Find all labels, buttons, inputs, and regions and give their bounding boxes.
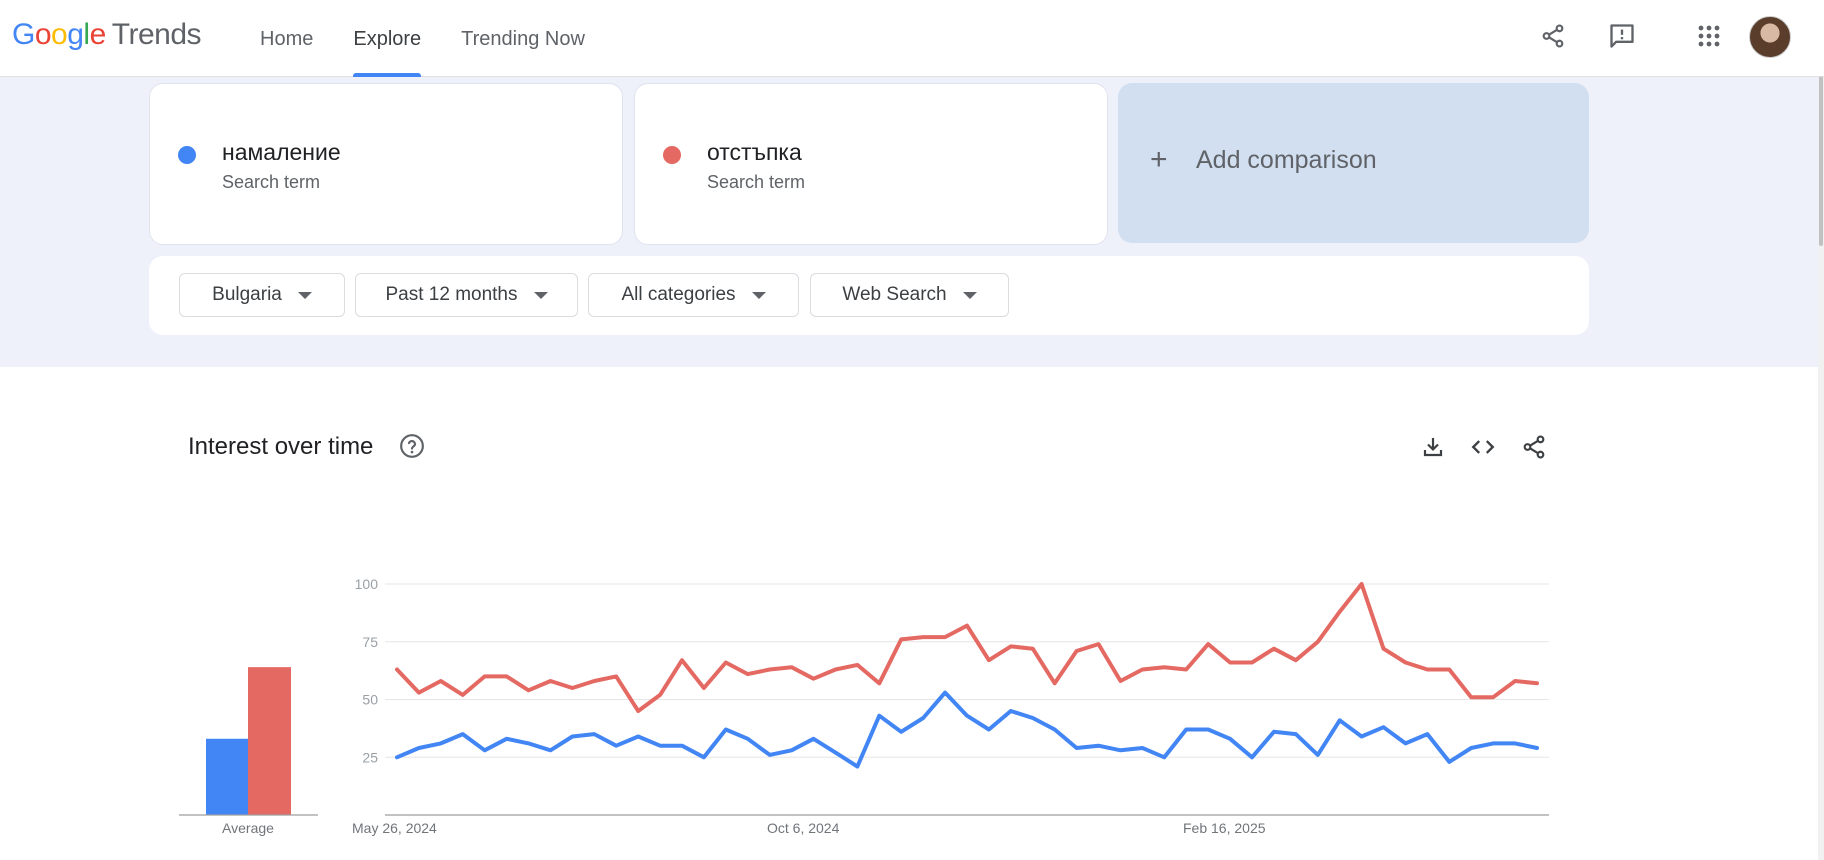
feedback-icon[interactable]	[1606, 20, 1638, 52]
avatar[interactable]	[1749, 16, 1791, 58]
category-filter-dropdown[interactable]: All categories	[588, 273, 799, 317]
help-icon[interactable]	[399, 433, 425, 459]
chevron-down-icon	[962, 291, 977, 299]
filters-bar: Bulgaria Past 12 months All categories W…	[149, 256, 1589, 335]
chevron-down-icon	[297, 291, 312, 299]
term-color-dot	[663, 146, 681, 164]
main-nav: Home Explore Trending Now	[240, 0, 605, 77]
term-color-dot	[178, 146, 196, 164]
embed-code-icon[interactable]	[1468, 432, 1498, 462]
nav-trending-now[interactable]: Trending Now	[441, 0, 605, 77]
logo-trends-text: Trends	[111, 18, 202, 51]
term-name: отстъпка	[707, 139, 802, 165]
filter-label: Bulgaria	[212, 284, 282, 305]
region-filter-dropdown[interactable]: Bulgaria	[179, 273, 345, 317]
time-range-filter-dropdown[interactable]: Past 12 months	[355, 273, 578, 317]
search-type-filter-dropdown[interactable]: Web Search	[810, 273, 1009, 317]
term-type-label: Search term	[707, 172, 806, 192]
download-icon[interactable]	[1418, 432, 1448, 462]
add-comparison-button[interactable]: + Add comparison	[1118, 83, 1589, 243]
app-header: Google Trends Home Explore Trending Now	[0, 0, 1824, 77]
chevron-down-icon	[533, 291, 548, 299]
filter-label: Web Search	[842, 284, 947, 305]
chevron-down-icon	[751, 291, 766, 299]
google-trends-logo[interactable]: Google Trends	[12, 18, 202, 52]
term-name: намаление	[222, 139, 341, 165]
nav-home[interactable]: Home	[240, 0, 333, 77]
apps-grid-icon[interactable]	[1693, 20, 1725, 52]
plus-icon: +	[1150, 143, 1168, 176]
page-scrollbar[interactable]	[1818, 0, 1824, 860]
nav-explore[interactable]: Explore	[333, 0, 441, 77]
share-chart-icon[interactable]	[1519, 432, 1549, 462]
filter-label: Past 12 months	[385, 284, 518, 305]
add-comparison-label: Add comparison	[1196, 146, 1377, 174]
search-term-card-1[interactable]: намаление Search term	[149, 83, 623, 245]
chart-title: Interest over time	[188, 433, 374, 460]
term-type-label: Search term	[222, 172, 321, 192]
interest-over-time-card: Interest over time	[149, 396, 1589, 860]
search-term-card-2[interactable]: отстъпка Search term	[634, 83, 1108, 245]
share-icon[interactable]	[1537, 20, 1569, 52]
filter-label: All categories	[621, 284, 736, 305]
